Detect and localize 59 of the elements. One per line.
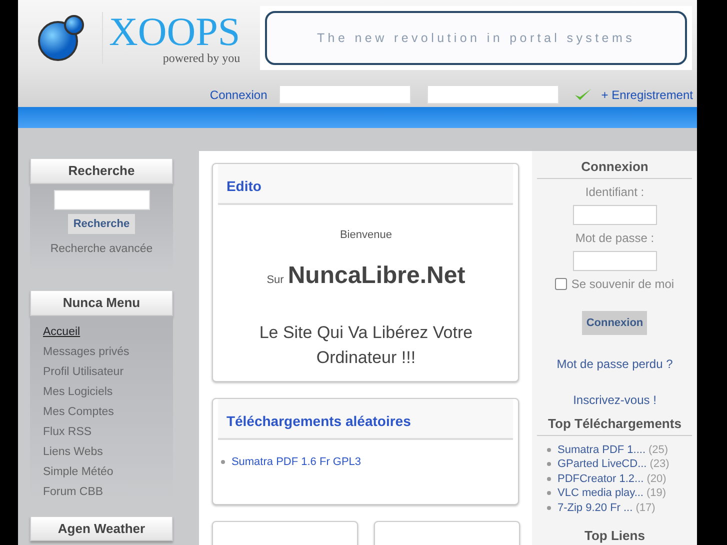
sur-text: Sur: [266, 272, 284, 288]
lost-password-link[interactable]: Mot de passe perdu ?: [556, 355, 673, 373]
login-button[interactable]: Connexion: [582, 310, 648, 335]
checkmark-icon[interactable]: [573, 86, 594, 102]
site-name: NuncaLibre.Net: [288, 260, 466, 290]
block-title: Nunca Menu: [30, 290, 173, 316]
banner-slogan: The new revolution in portal systems: [316, 30, 636, 47]
bullet-icon: [547, 462, 552, 466]
menu-item[interactable]: Forum CBB: [30, 482, 173, 502]
download-count: (17): [636, 500, 656, 515]
logo-tagline: powered by you: [162, 52, 240, 64]
download-count: (19): [646, 486, 666, 500]
field-label: Mot de passe :: [575, 230, 654, 246]
menu-item[interactable]: Mes Comptes: [30, 402, 173, 422]
block-title: Connexion: [537, 155, 692, 178]
download-count: (23): [650, 457, 670, 472]
logo-text: XOOPS: [109, 12, 240, 52]
download-link[interactable]: GParted LiveCD...: [557, 457, 647, 472]
download-link[interactable]: Sumatra PDF 1....: [557, 442, 646, 457]
menu-item[interactable]: Liens Webs: [30, 442, 173, 462]
menu-item[interactable]: Messages privés: [30, 342, 173, 362]
panel-title: Téléchargements aléatoires: [218, 398, 514, 440]
bullet-icon: [547, 506, 552, 510]
password-field[interactable]: [427, 85, 560, 104]
register-link[interactable]: Inscrivez-vous !: [573, 391, 656, 409]
search-field[interactable]: [54, 190, 150, 210]
menu-item[interactable]: Profil Utilisateur: [30, 362, 173, 382]
username-field[interactable]: [572, 204, 657, 224]
register-link[interactable]: + Enregistrement: [601, 86, 693, 104]
bullet-icon: [547, 491, 552, 496]
remember-label: Se souvenir de moi: [571, 276, 674, 292]
download-count: (25): [648, 442, 668, 457]
username-field[interactable]: [279, 85, 412, 104]
bullet-icon: [547, 448, 552, 452]
sphere-logo-icon: [36, 14, 86, 62]
password-field[interactable]: [572, 250, 657, 270]
download-link[interactable]: 7-Zip 9.20 Fr ...: [557, 500, 633, 515]
bullet-icon: [547, 476, 552, 481]
search-button[interactable]: Recherche: [68, 214, 135, 234]
menu-item[interactable]: Flux RSS: [30, 422, 173, 442]
panel-title: Edito: [218, 164, 514, 205]
menu-item[interactable]: Mes Logiciels: [30, 382, 173, 402]
field-label: Identifiant :: [585, 184, 644, 200]
remember-checkbox[interactable]: [555, 278, 568, 290]
welcome-text: Bienvenue: [340, 228, 392, 243]
download-count: (20): [646, 472, 666, 486]
block-title: Top Téléchargements: [537, 413, 692, 436]
menu-item[interactable]: Accueil: [30, 322, 173, 342]
block-title: Top Liens: [537, 525, 692, 545]
download-link[interactable]: VLC media play...: [557, 486, 644, 500]
slogan-text: Le Site Qui Va Libérez Votre Ordinateur !!!: [258, 322, 474, 369]
block-title: Recherche: [30, 158, 173, 184]
download-link[interactable]: Sumatra PDF 1.6 Fr GPL3: [231, 454, 362, 470]
menu-item[interactable]: Simple Météo: [30, 462, 173, 482]
download-link[interactable]: PDFCreator 1.2...: [557, 472, 644, 486]
login-link[interactable]: Connexion: [210, 86, 268, 104]
advanced-search-link[interactable]: Recherche avancée: [50, 238, 153, 256]
bullet-icon: [221, 460, 226, 464]
block-title: Agen Weather: [30, 516, 173, 541]
